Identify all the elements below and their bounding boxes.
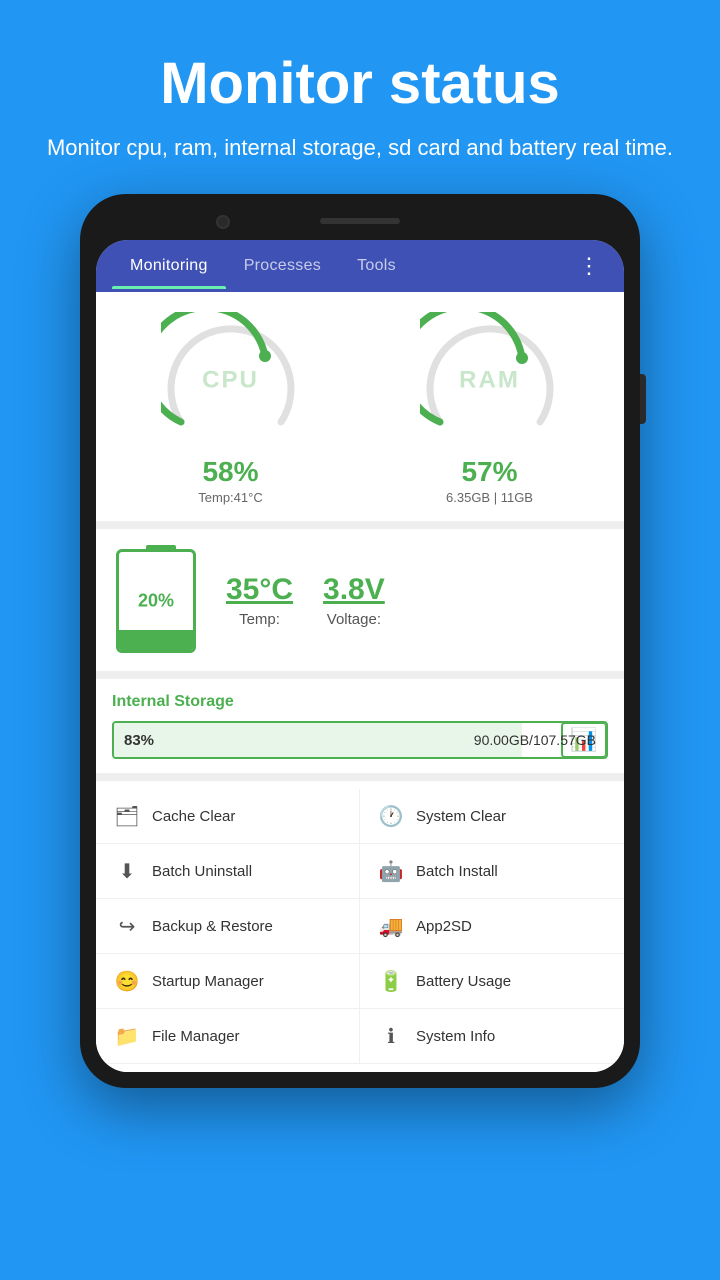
storage-fill xyxy=(114,723,522,757)
system-info-icon: ℹ xyxy=(378,1023,404,1049)
battery-percent-display: 20% xyxy=(138,591,174,612)
tab-monitoring[interactable]: Monitoring xyxy=(112,243,226,289)
phone-top xyxy=(96,210,624,240)
system-info-label: System Info xyxy=(416,1028,495,1045)
cpu-gauge: CPU 58% Temp:41°C xyxy=(106,312,355,505)
battery-temp-value: 35°C xyxy=(226,573,293,607)
cpu-label: CPU xyxy=(202,367,259,395)
tool-batch-uninstall[interactable]: ⬇ Batch Uninstall xyxy=(96,844,360,899)
startup-manager-label: Startup Manager xyxy=(152,973,264,990)
hero-subtitle: Monitor cpu, ram, internal storage, sd c… xyxy=(47,131,673,164)
tab-tools[interactable]: Tools xyxy=(339,243,414,289)
storage-bar: 83% 90.00GB/107.57GB 📊 xyxy=(112,721,608,759)
hero-title: Monitor status xyxy=(47,50,673,117)
battery-temp-stat: 35°C Temp: xyxy=(226,573,293,628)
tab-bar: Monitoring Processes Tools xyxy=(112,243,570,289)
tool-file-manager[interactable]: 📁 File Manager xyxy=(96,1009,360,1064)
battery-usage-label: Battery Usage xyxy=(416,973,511,990)
phone-body: Monitoring Processes Tools ⋮ xyxy=(80,194,640,1088)
battery-body: 20% xyxy=(116,549,196,653)
batch-uninstall-label: Batch Uninstall xyxy=(152,863,252,880)
gauges-row: CPU 58% Temp:41°C xyxy=(96,292,624,521)
battery-fill xyxy=(119,630,193,650)
cpu-temp: Temp:41°C xyxy=(198,490,262,505)
storage-percent: 83% xyxy=(114,732,154,749)
battery-voltage-value: 3.8V xyxy=(323,573,385,607)
file-manager-icon: 📁 xyxy=(114,1023,140,1049)
file-manager-label: File Manager xyxy=(152,1028,240,1045)
backup-restore-icon: ↪ xyxy=(114,913,140,939)
tools-grid: 🗂 Cache Clear 🕐 System Clear ⬇ Batch Uni… xyxy=(96,789,624,1064)
battery-voltage-stat: 3.8V Voltage: xyxy=(323,573,385,628)
battery-icon-display: 20% xyxy=(116,545,206,655)
startup-manager-icon: 😊 xyxy=(114,968,140,994)
battery-stats: 35°C Temp: 3.8V Voltage: xyxy=(226,573,604,628)
storage-detail: 90.00GB/107.57GB xyxy=(474,732,596,748)
battery-usage-icon: 🔋 xyxy=(378,968,404,994)
camera xyxy=(216,215,230,229)
phone-mockup: Monitoring Processes Tools ⋮ xyxy=(70,194,650,1280)
ram-percent: 57% xyxy=(461,456,517,488)
tool-batch-install[interactable]: 🤖 Batch Install xyxy=(360,844,624,899)
cpu-percent: 58% xyxy=(202,456,258,488)
tool-cache-clear[interactable]: 🗂 Cache Clear xyxy=(96,789,360,844)
screen-content: CPU 58% Temp:41°C xyxy=(96,292,624,1072)
system-clear-label: System Clear xyxy=(416,808,506,825)
batch-install-label: Batch Install xyxy=(416,863,498,880)
cpu-gauge-circle: CPU xyxy=(161,312,301,452)
storage-title: Internal Storage xyxy=(112,693,608,711)
battery-voltage-label: Voltage: xyxy=(327,611,381,628)
tool-app2sd[interactable]: 🚚 App2SD xyxy=(360,899,624,954)
batch-install-icon: 🤖 xyxy=(378,858,404,884)
ram-gauge: RAM 57% 6.35GB | 11GB xyxy=(365,312,614,505)
app2sd-label: App2SD xyxy=(416,918,472,935)
ram-detail: 6.35GB | 11GB xyxy=(446,490,533,505)
menu-button[interactable]: ⋮ xyxy=(570,245,608,287)
batch-uninstall-icon: ⬇ xyxy=(114,858,140,884)
system-clear-icon: 🕐 xyxy=(378,803,404,829)
phone-screen: Monitoring Processes Tools ⋮ xyxy=(96,240,624,1072)
speaker xyxy=(320,218,400,224)
tool-backup-restore[interactable]: ↪ Backup & Restore xyxy=(96,899,360,954)
tool-startup-manager[interactable]: 😊 Startup Manager xyxy=(96,954,360,1009)
cache-clear-label: Cache Clear xyxy=(152,808,235,825)
storage-section: Internal Storage 83% 90.00GB/107.57GB 📊 xyxy=(96,679,624,773)
tool-system-info[interactable]: ℹ System Info xyxy=(360,1009,624,1064)
battery-temp-label: Temp: xyxy=(239,611,280,628)
app-bar: Monitoring Processes Tools ⋮ xyxy=(96,240,624,292)
tool-system-clear[interactable]: 🕐 System Clear xyxy=(360,789,624,844)
ram-gauge-circle: RAM xyxy=(420,312,560,452)
hero-section: Monitor status Monitor cpu, ram, interna… xyxy=(7,0,713,194)
cache-clear-icon: 🗂 xyxy=(114,803,140,829)
side-button xyxy=(640,374,646,424)
app2sd-icon: 🚚 xyxy=(378,913,404,939)
backup-restore-label: Backup & Restore xyxy=(152,918,273,935)
tools-section: 🗂 Cache Clear 🕐 System Clear ⬇ Batch Uni… xyxy=(96,781,624,1072)
ram-label: RAM xyxy=(459,367,520,395)
tab-processes[interactable]: Processes xyxy=(226,243,339,289)
tool-battery-usage[interactable]: 🔋 Battery Usage xyxy=(360,954,624,1009)
battery-row: 20% 35°C Temp: 3.8V Voltage: xyxy=(96,529,624,671)
